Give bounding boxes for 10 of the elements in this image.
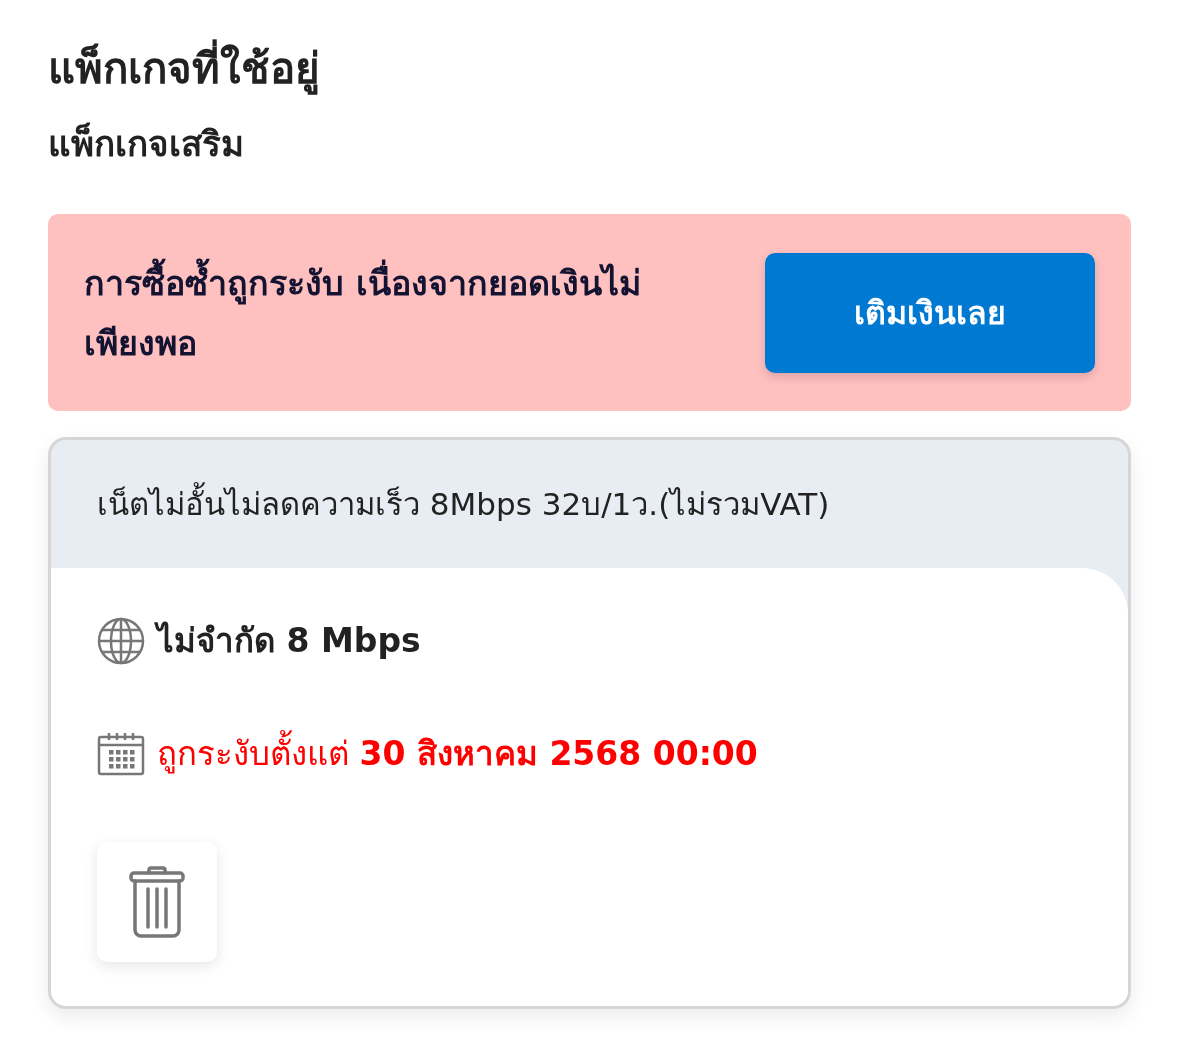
calendar-icon [97, 731, 145, 776]
alert-message: การซื้อซ้ำถูกระงับ เนื่องจากยอดเงินไม่เพียงพอ [84, 252, 684, 373]
globe-icon [97, 616, 145, 665]
top-up-button[interactable]: เติมเงินเลย [765, 252, 1095, 373]
delete-button[interactable] [97, 842, 217, 962]
suspended-date-text: ถูกระงับตั้งแต่ 30 สิงหาคม 2568 00:00 [157, 727, 758, 780]
page-title: แพ็กเกจที่ใช้อยู่ [48, 36, 320, 102]
trash-icon [129, 866, 185, 938]
package-name: เน็ตไม่อั้นไม่ลดความเร็ว 8Mbps 32บ/1ว.(ไม่รวมVAT) [97, 479, 830, 529]
section-title: แพ็กเกจเสริม [48, 121, 244, 166]
